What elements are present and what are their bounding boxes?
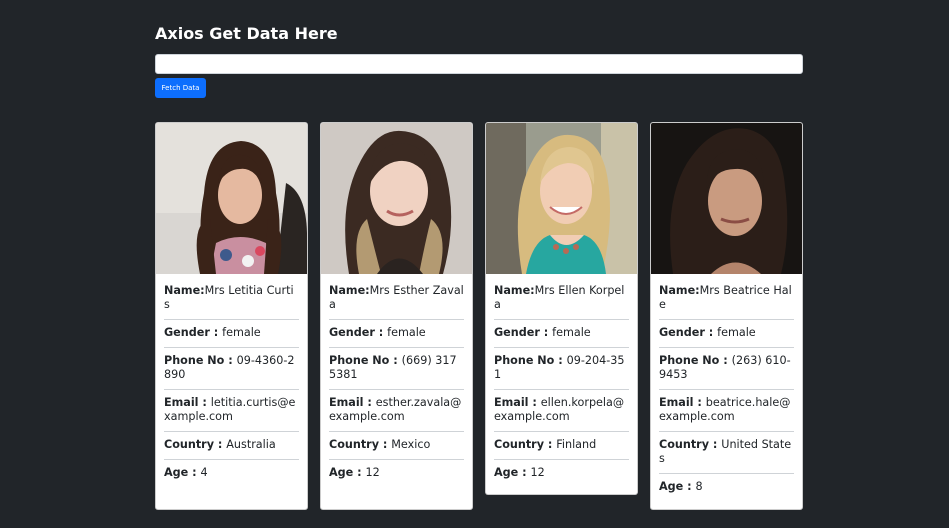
user-name: Name:Mrs Ellen Korpela (494, 278, 629, 320)
user-age: Age : 12 (329, 466, 380, 479)
user-age: Age : 4 (164, 466, 208, 479)
user-email: Email : esther.zavala@example.com (329, 390, 464, 432)
user-gender: Gender : female (329, 320, 464, 348)
user-card: Name:Mrs Esther Zavala Gender : female P… (320, 122, 473, 510)
user-email: Email : letitia.curtis@example.com (164, 390, 299, 432)
user-email: Email : ellen.korpela@example.com (494, 390, 629, 432)
user-country: Country : Australia (164, 432, 299, 460)
user-country: Country : United States (659, 432, 794, 474)
user-age: Age : 8 (659, 480, 703, 493)
user-name: Name:Mrs Beatrice Hale (659, 278, 794, 320)
user-gender: Gender : female (494, 320, 629, 348)
user-country: Country : Finland (494, 432, 629, 460)
user-gender: Gender : female (164, 320, 299, 348)
user-photo (486, 123, 637, 274)
user-name: Name:Mrs Esther Zavala (329, 278, 464, 320)
user-card: Name:Mrs Beatrice Hale Gender : female P… (650, 122, 803, 510)
query-input[interactable] (155, 54, 803, 74)
user-phone: Phone No : (669) 317 5381 (329, 348, 464, 390)
user-card: Name:Mrs Ellen Korpela Gender : female P… (485, 122, 638, 495)
user-card: Name:Mrs Letitia Curtis Gender : female … (155, 122, 308, 510)
user-country: Country : Mexico (329, 432, 464, 460)
user-name: Name:Mrs Letitia Curtis (164, 278, 299, 320)
user-phone: Phone No : (263) 610-9453 (659, 348, 794, 390)
user-phone: Phone No : 09-4360-2890 (164, 348, 299, 390)
user-photo (321, 123, 472, 274)
user-phone: Phone No : 09-204-351 (494, 348, 629, 390)
user-age: Age : 12 (494, 466, 545, 479)
user-photo (156, 123, 307, 274)
user-gender: Gender : female (659, 320, 794, 348)
page-title: Axios Get Data Here (155, 24, 338, 43)
user-email: Email : beatrice.hale@example.com (659, 390, 794, 432)
fetch-data-button[interactable]: Fetch Data (155, 78, 206, 98)
user-photo (651, 123, 802, 274)
